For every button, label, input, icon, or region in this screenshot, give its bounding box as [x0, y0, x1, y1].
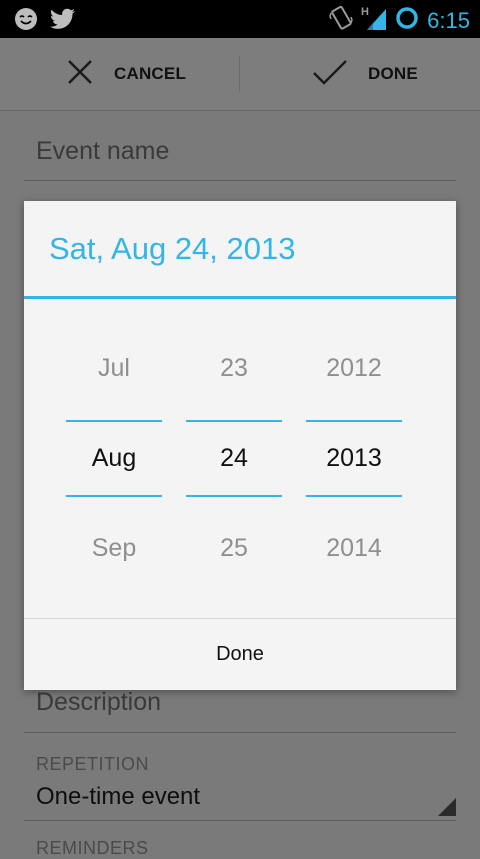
year-picker[interactable]: 2012 2013 2014 — [306, 299, 402, 619]
done-button[interactable]: DONE — [312, 38, 418, 110]
description-underline — [24, 732, 456, 733]
dialog-title: Sat, Aug 24, 2013 — [49, 231, 296, 266]
cancel-button[interactable]: CANCEL — [66, 38, 186, 110]
status-bar: H 6:15 — [0, 0, 480, 38]
repetition-underline — [24, 820, 456, 821]
month-prev[interactable]: Jul — [66, 354, 162, 383]
day-current[interactable]: 24 — [186, 444, 282, 473]
action-bar-divider — [239, 56, 240, 92]
year-current[interactable]: 2013 — [306, 444, 402, 473]
dialog-done-button[interactable]: Done — [24, 619, 456, 690]
day-selection-bottom-line — [186, 495, 282, 497]
event-name-field[interactable]: Event name — [36, 137, 169, 166]
month-current[interactable]: Aug — [66, 444, 162, 473]
twitter-icon — [50, 8, 76, 35]
cancel-label: CANCEL — [114, 64, 187, 83]
checkmark-icon — [312, 58, 348, 91]
day-picker[interactable]: 23 24 25 — [186, 299, 282, 619]
month-selection-top-line — [66, 420, 162, 422]
month-selection-bottom-line — [66, 495, 162, 497]
repetition-label: REPETITION — [36, 754, 150, 774]
clock-time: 6:15 — [427, 7, 470, 33]
month-next[interactable]: Sep — [66, 534, 162, 563]
year-selection-bottom-line — [306, 495, 402, 497]
action-bar: CANCEL DONE — [0, 38, 480, 111]
svg-text:H: H — [361, 6, 369, 18]
repetition-spinner[interactable]: One-time event — [36, 783, 200, 811]
year-selection-top-line — [306, 420, 402, 422]
spinner-dropdown-icon — [438, 798, 456, 816]
day-prev[interactable]: 23 — [186, 354, 282, 383]
close-icon — [66, 58, 94, 91]
reminders-label: REMINDERS — [36, 838, 149, 858]
signal-icon: H — [361, 5, 387, 36]
done-label: DONE — [368, 64, 418, 83]
month-picker[interactable]: Jul Aug Sep — [66, 299, 162, 619]
year-prev[interactable]: 2012 — [306, 354, 402, 383]
day-next[interactable]: 25 — [186, 534, 282, 563]
description-field[interactable]: Description — [36, 688, 161, 717]
battery-ring-icon — [395, 6, 419, 35]
smiley-notification-icon — [14, 7, 38, 36]
day-selection-top-line — [186, 420, 282, 422]
vibrate-icon — [329, 5, 353, 36]
year-next[interactable]: 2014 — [306, 534, 402, 563]
date-picker-dialog: Sat, Aug 24, 2013 Jul Aug Sep 23 24 25 2… — [24, 201, 456, 690]
event-name-underline — [24, 180, 456, 181]
